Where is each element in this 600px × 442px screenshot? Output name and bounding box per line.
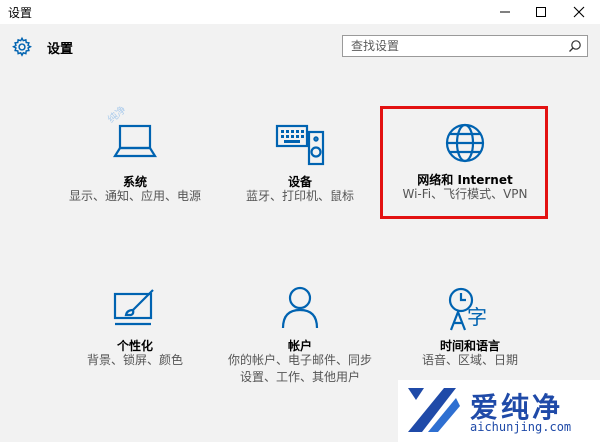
gear-icon xyxy=(12,36,32,57)
tile-time-language[interactable]: 字 时间和语言 语音、区域、日期 xyxy=(395,284,545,384)
settings-window: 设置 设置 查找设置 系统 显示、通知、应用、电源 设备 蓝牙、打印机、鼠标 网… xyxy=(0,0,600,442)
laptop-icon xyxy=(113,124,157,158)
watermark-url: aichunjing.com xyxy=(470,420,572,434)
tile-personalization[interactable]: 个性化 背景、锁屏、颜色 xyxy=(60,284,210,384)
tile-time-desc: 语音、区域、日期 xyxy=(421,353,518,367)
maximize-icon xyxy=(536,7,546,17)
title-bar: 设置 xyxy=(0,0,600,24)
highlight-box xyxy=(380,106,548,219)
close-button[interactable] xyxy=(562,0,596,24)
maximize-button[interactable] xyxy=(524,0,558,24)
tile-system[interactable]: 系统 显示、通知、应用、电源 xyxy=(60,118,210,228)
watermark-logo-icon xyxy=(408,388,460,432)
person-icon xyxy=(281,286,319,329)
close-icon xyxy=(573,6,585,18)
search-icon[interactable] xyxy=(568,39,582,53)
window-title: 设置 xyxy=(8,6,33,20)
search-input[interactable] xyxy=(343,36,569,56)
tile-accounts[interactable]: 帐户 你的帐户、电子邮件、同步设置、工作、其他用户 xyxy=(228,284,372,404)
tile-devices[interactable]: 设备 蓝牙、打印机、鼠标 xyxy=(225,118,375,228)
tile-devices-desc: 蓝牙、打印机、鼠标 xyxy=(245,189,354,203)
minimize-button[interactable] xyxy=(488,0,522,24)
tile-system-desc: 显示、通知、应用、电源 xyxy=(68,189,201,203)
minimize-icon xyxy=(500,11,510,13)
page-title: 设置 xyxy=(47,42,74,57)
tile-accounts-desc: 你的帐户、电子邮件、同步设置、工作、其他用户 xyxy=(228,353,373,384)
monitor-brush-icon xyxy=(113,289,154,326)
settings-header: 设置 xyxy=(0,24,600,70)
search-box[interactable] xyxy=(342,35,588,57)
time-language-icon: 字 xyxy=(448,287,487,331)
tile-personalization-desc: 背景、锁屏、颜色 xyxy=(86,353,183,367)
glyph-zi: 字 xyxy=(467,305,487,329)
keyboard-speaker-icon xyxy=(275,124,325,166)
